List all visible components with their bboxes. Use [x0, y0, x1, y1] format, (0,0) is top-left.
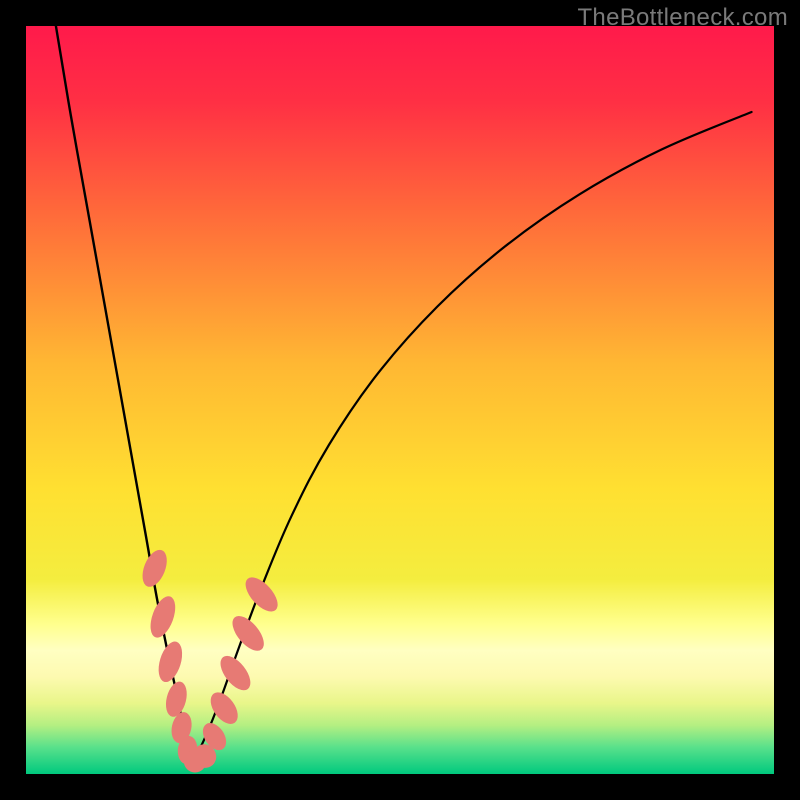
gradient-background: [26, 26, 774, 774]
watermark-text: TheBottleneck.com: [577, 4, 788, 32]
chart-frame: TheBottleneck.com: [0, 0, 800, 800]
chart-svg: [26, 26, 774, 774]
plot-area: [26, 26, 774, 774]
